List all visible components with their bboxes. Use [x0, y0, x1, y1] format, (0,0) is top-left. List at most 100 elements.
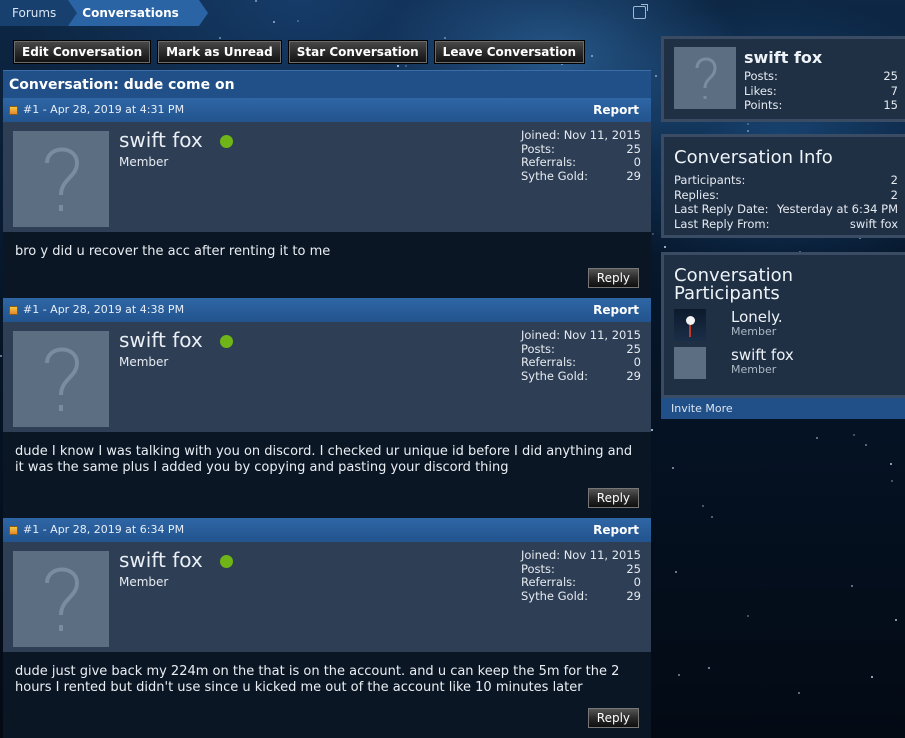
conversation-actions: Edit Conversation Mark as Unread Star Co… [13, 40, 586, 64]
profile-avatar[interactable] [674, 47, 736, 109]
participant-name[interactable]: Lonely. [731, 309, 783, 326]
participant-item[interactable]: Lonely. Member [674, 309, 898, 341]
info-label: Last Reply From: [674, 216, 770, 231]
username[interactable]: swift fox [119, 328, 203, 352]
user-stat-label: Posts: [521, 341, 555, 356]
report-link[interactable]: Report [593, 518, 639, 542]
stat-label: Likes: [744, 83, 777, 98]
user-role: Member [119, 355, 169, 369]
user-stat-value: 29 [626, 168, 641, 183]
star [871, 676, 873, 678]
invite-more-link[interactable]: Invite More [661, 398, 905, 419]
user-stat-label: Sythe Gold: [521, 588, 588, 603]
user-stat-value: 0 [633, 355, 641, 369]
user-stat-label: Posts: [521, 561, 555, 576]
user-stats: Joined: Nov 11, 2015 Posts: 25 Referrals: 0 Sy… [521, 548, 641, 603]
breadcrumb-conversations[interactable]: Conversations [68, 0, 208, 26]
star [747, 615, 749, 617]
user-stat-value: 29 [626, 588, 641, 603]
placeholder-question-icon [45, 147, 80, 211]
user-role: Member [119, 575, 169, 589]
leave-conversation-button[interactable]: Leave Conversation [433, 40, 586, 64]
message-user-info: swift fox Member Joined: Nov 11, 2015 Post… [3, 122, 651, 232]
info-label: Participants: [674, 173, 746, 187]
participant-avatar[interactable] [674, 347, 706, 379]
message-flag-icon [9, 526, 18, 535]
breadcrumb-forums[interactable]: Forums [0, 0, 78, 26]
star [816, 437, 818, 439]
star [255, 0, 257, 2]
star [219, 37, 221, 39]
username[interactable]: swift fox [119, 548, 203, 572]
message-header: #1 - Apr 28, 2019 at 4:31 PM Report [3, 98, 651, 122]
reply-button[interactable]: Reply [587, 488, 639, 508]
star [651, 429, 653, 431]
user-avatar[interactable] [13, 131, 109, 227]
star [664, 246, 666, 248]
profile-name[interactable]: swift fox [744, 48, 822, 67]
message-flag-icon [9, 306, 18, 315]
star [405, 65, 407, 67]
info-label: Last Reply Date: [674, 202, 769, 216]
message-meta[interactable]: #1 - Apr 28, 2019 at 4:38 PM [23, 298, 184, 322]
participant-name[interactable]: swift fox [731, 347, 794, 364]
info-value[interactable]: swift fox [850, 217, 898, 232]
message-flag-icon [9, 106, 18, 115]
star [655, 75, 657, 77]
participant-item[interactable]: swift fox Member [674, 347, 898, 379]
user-avatar[interactable] [13, 551, 109, 647]
user-stat-label: Joined: [521, 328, 561, 342]
user-stat-value: 0 [633, 155, 641, 169]
star [708, 667, 710, 669]
star [678, 674, 680, 676]
user-stat-label: Sythe Gold: [521, 168, 588, 183]
open-in-new-icon[interactable] [633, 4, 648, 19]
user-stat-value: Nov 11, 2015 [563, 328, 641, 342]
user-avatar[interactable] [13, 331, 109, 427]
stat-label: Posts: [744, 69, 778, 83]
info-value: 2 [890, 187, 898, 202]
participants-title: Conversation Participants [674, 265, 794, 304]
user-stat-label: Posts: [521, 141, 555, 156]
message: #1 - Apr 28, 2019 at 4:31 PM Report swif… [3, 98, 651, 298]
placeholder-question-icon [45, 347, 80, 411]
message-text: dude just give back my 224m on the that … [15, 664, 620, 695]
star [895, 619, 897, 621]
participant-role: Member [731, 325, 777, 338]
edit-conversation-button[interactable]: Edit Conversation [13, 40, 152, 64]
message: #1 - Apr 28, 2019 at 4:38 PM Report swif… [3, 298, 651, 518]
reply-button[interactable]: Reply [587, 708, 639, 728]
user-stat-value: 29 [626, 368, 641, 383]
mark-as-unread-button[interactable]: Mark as Unread [157, 40, 282, 64]
report-link[interactable]: Report [593, 98, 639, 122]
message-body: dude just give back my 224m on the that … [3, 652, 651, 738]
star-conversation-button[interactable]: Star Conversation [287, 40, 428, 64]
user-stat-value: 25 [626, 561, 641, 576]
user-stat-label: Referrals: [521, 575, 577, 589]
star [851, 585, 853, 587]
star [853, 434, 855, 436]
star [591, 55, 593, 57]
user-stat-label: Referrals: [521, 355, 577, 369]
report-link[interactable]: Report [593, 298, 639, 322]
star [890, 463, 892, 465]
star [273, 21, 275, 23]
message-body: dude I know I was talking with you on di… [3, 432, 651, 518]
participant-role: Member [731, 363, 777, 376]
star [798, 692, 800, 694]
username[interactable]: swift fox [119, 128, 203, 152]
message-meta[interactable]: #1 - Apr 28, 2019 at 6:34 PM [23, 518, 184, 542]
message-meta[interactable]: #1 - Apr 28, 2019 at 4:31 PM [23, 98, 184, 122]
participant-avatar[interactable] [674, 309, 706, 341]
star [652, 233, 654, 235]
message-body: bro y did u recover the acc after rentin… [3, 232, 651, 298]
conversation-info-box: Conversation Info Participants: 2 Replies… [661, 134, 905, 238]
star [865, 444, 867, 446]
placeholder-question-icon [45, 567, 80, 631]
message-user-info: swift fox Member Joined: Nov 11, 2015 Post… [3, 542, 651, 652]
star [891, 480, 893, 482]
user-stat-value: 25 [626, 141, 641, 156]
placeholder-question-icon [695, 57, 717, 99]
info-label: Replies: [674, 187, 720, 202]
reply-button[interactable]: Reply [587, 268, 639, 288]
